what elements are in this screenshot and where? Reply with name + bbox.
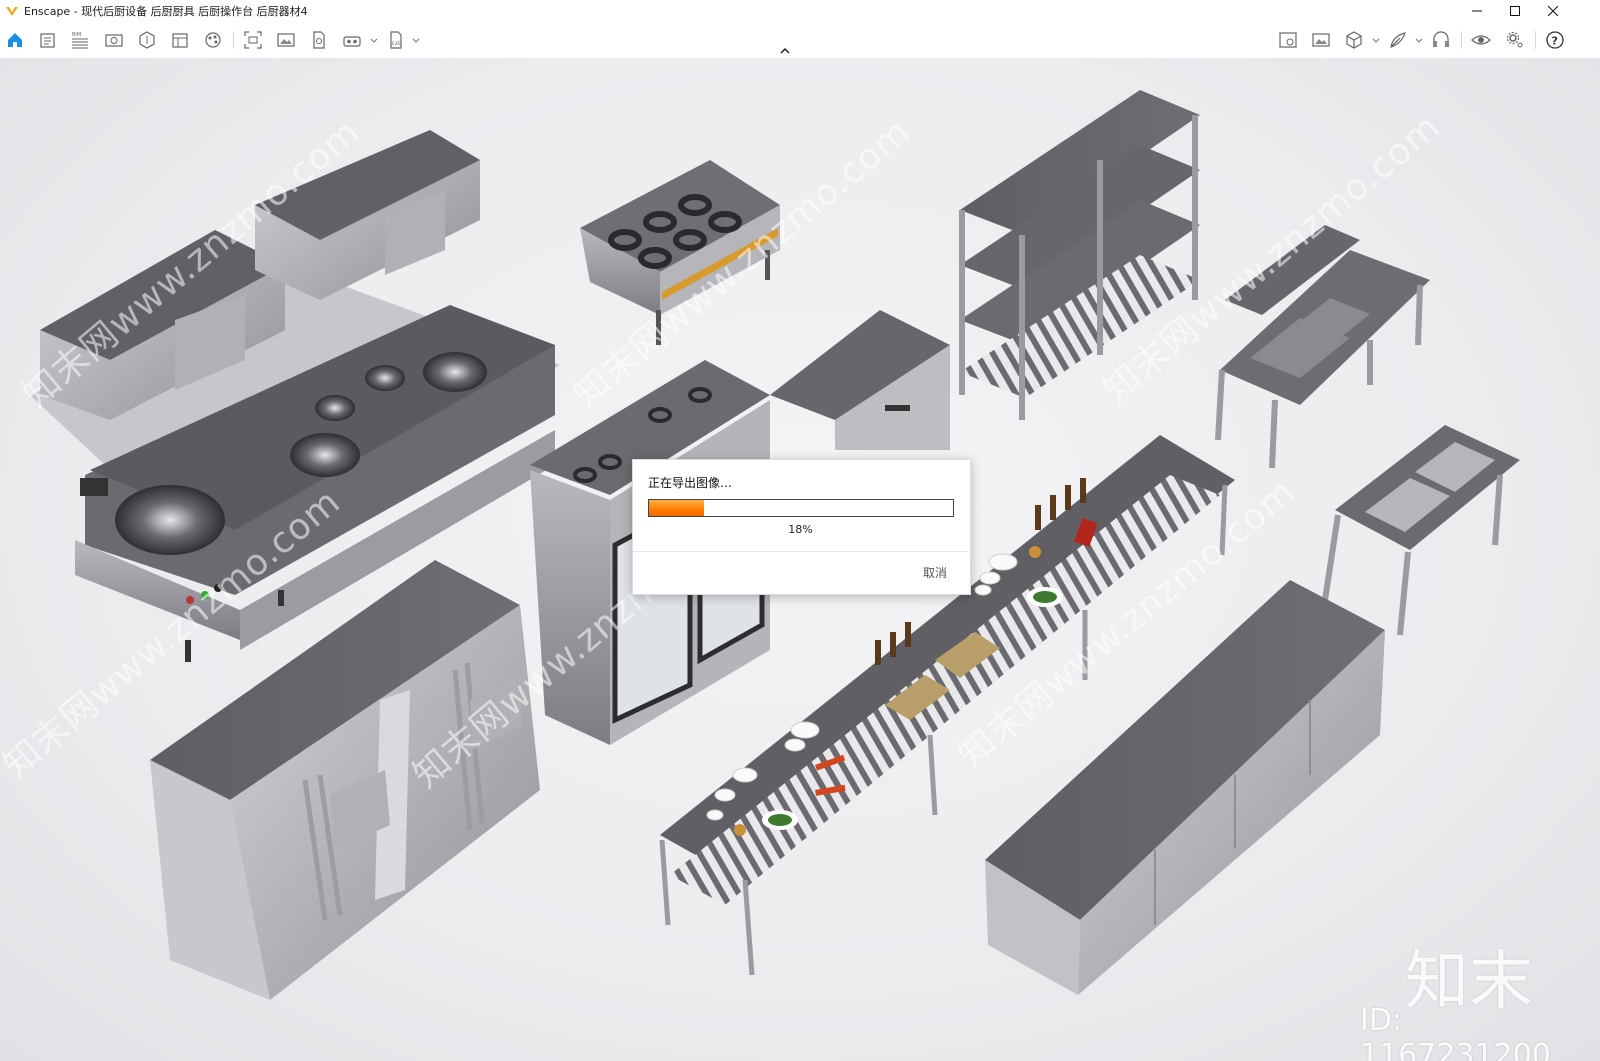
document-button[interactable] [38,30,58,50]
bim-button[interactable]: BIM [70,30,90,50]
double-sink [1322,425,1520,636]
settings-icon [1506,31,1523,48]
feather-button[interactable] [1388,30,1408,50]
svg-text:EXE: EXE [392,41,401,47]
home-icon [8,33,22,47]
image-compare-button[interactable] [1278,30,1298,50]
warming-cabinet [770,310,950,450]
screenshot-icon [244,31,262,49]
home-button[interactable] [5,30,25,50]
atmosphere-icon [205,32,221,48]
close-icon [1548,6,1558,16]
image-button[interactable] [276,30,296,50]
image-compare-icon [1279,32,1297,48]
vr-icon [343,36,361,47]
help-button[interactable]: ? [1545,30,1565,50]
toolbar-separator [1461,31,1462,49]
export-file-button[interactable] [309,30,329,50]
exe-export-icon: EXE [390,31,402,49]
svg-text:BIM: BIM [72,32,81,38]
progress-percent: 18% [788,523,813,536]
minimize-button[interactable] [1458,0,1496,22]
material-button[interactable] [170,30,190,50]
dialog-title: 正在导出图像… [648,476,733,490]
bim-icon: BIM [72,32,88,49]
maximize-icon [1510,6,1520,16]
help-icon: ? [1546,31,1564,49]
settings-button[interactable] [1505,30,1525,50]
asset-library-icon [139,31,155,49]
vr-button[interactable] [342,30,362,50]
progress-bar-fill [649,500,704,516]
cube-dropdown-icon[interactable] [1372,36,1380,44]
eye-button[interactable] [1471,30,1491,50]
toolbar-separator [233,31,234,49]
feather-dropdown-icon[interactable] [1415,36,1423,44]
views-icon [105,34,123,47]
views-button[interactable] [104,30,124,50]
work-table-cabinet [985,580,1385,995]
image-icon [277,33,295,47]
model-id-watermark: ID: 1167231200 [1360,1003,1551,1061]
headset-icon [1433,31,1449,47]
progress-bar [648,499,954,517]
maximize-button[interactable] [1496,0,1534,22]
toolbar: BIM EXE ? [0,22,1600,59]
close-button[interactable] [1534,0,1572,22]
svg-text:?: ? [1552,35,1558,48]
gallery-icon [1312,33,1330,47]
atmosphere-button[interactable] [203,30,223,50]
headset-button[interactable] [1431,30,1451,50]
document-icon [40,33,55,48]
vr-dropdown-icon[interactable] [370,36,378,44]
enscape-logo-icon [6,7,18,16]
asset-library-button[interactable] [137,30,157,50]
window-title: Enscape - 现代后厨设备 后厨厨具 后厨操作台 后厨器材4 [24,5,308,18]
feather-icon [1390,32,1406,48]
exe-dropdown-icon[interactable] [412,36,420,44]
chevron-up-icon[interactable] [779,46,791,56]
screenshot-button[interactable] [243,30,263,50]
material-icon [172,33,188,48]
cube-button[interactable] [1344,30,1364,50]
exe-export-button[interactable]: EXE [386,30,406,50]
title-bar: Enscape - 现代后厨设备 后厨厨具 后厨操作台 后厨器材4 [0,0,1600,22]
eye-icon [1471,35,1491,45]
export-file-icon [313,31,325,49]
dialog-divider [633,551,968,552]
export-progress-dialog: 正在导出图像… 18% 取消 [632,459,971,595]
cancel-button[interactable]: 取消 [891,561,955,583]
minimize-icon [1472,10,1482,12]
gallery-button[interactable] [1311,30,1331,50]
wok-stove-with-hood [30,130,560,662]
cube-icon [1346,31,1362,49]
toolbar-separator [1535,31,1536,49]
